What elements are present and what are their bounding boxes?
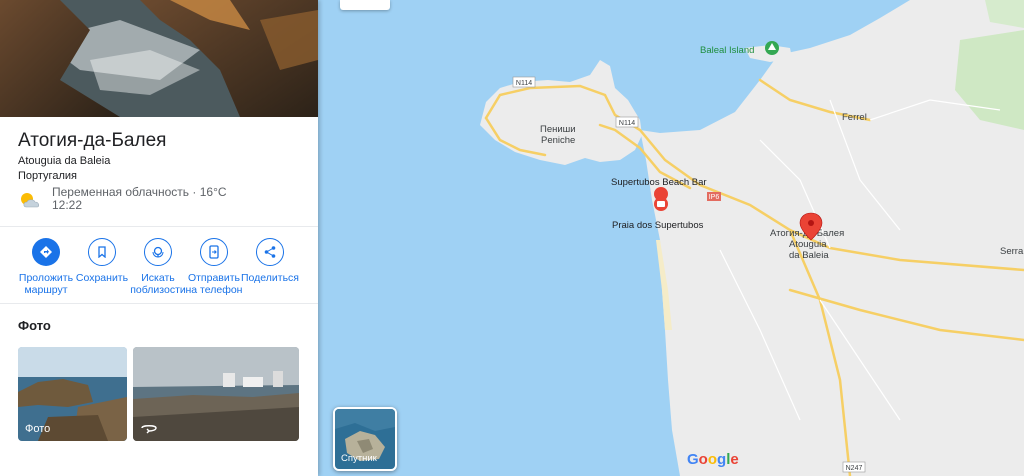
place-country: Португалия <box>18 170 77 182</box>
directions-label-2: маршрут <box>24 284 68 296</box>
satellite-label: Спутник <box>341 453 377 464</box>
photos-heading: Фото <box>18 318 51 333</box>
road-shield-n114-b: N114 <box>615 116 639 128</box>
share-icon <box>256 238 284 266</box>
hero-photo[interactable] <box>0 0 318 117</box>
park-icon[interactable] <box>765 41 779 55</box>
360-icon <box>141 425 157 434</box>
place-native-name: Atouguia da Baleia <box>18 155 111 167</box>
road-shield-ip6: IP6 <box>707 192 721 201</box>
send-label-2: на телефон <box>185 284 243 296</box>
weather-info: Переменная облачность · 16°C 12:22 <box>18 186 308 216</box>
photo-360-thumbnail[interactable] <box>133 347 299 441</box>
svg-text:N247: N247 <box>846 465 863 472</box>
svg-text:IP6: IP6 <box>709 194 720 201</box>
share-label: Поделиться <box>241 272 299 284</box>
map-label-ferrel[interactable]: Ferrel <box>842 112 867 123</box>
svg-text:N114: N114 <box>619 120 635 127</box>
google-logo: Google <box>687 451 739 468</box>
place-title: Атогия-да-Балея <box>18 130 167 151</box>
directions-icon <box>32 238 60 266</box>
satellite-toggle[interactable]: Спутник <box>333 407 397 471</box>
weather-time: 12:22 <box>52 198 83 212</box>
map-label-peniche[interactable]: Peniche <box>541 135 575 146</box>
partly-cloudy-icon <box>21 193 40 208</box>
divider <box>0 303 318 304</box>
road-shield-n247: N247 <box>842 461 866 473</box>
send-to-phone-icon <box>200 238 228 266</box>
place-panel: Атогия-да-Балея Atouguia da Baleia Порту… <box>0 0 318 476</box>
bookmark-icon <box>88 238 116 266</box>
photo-thumbnail[interactable]: Фото <box>18 347 127 441</box>
map-label-praia[interactable]: Praia dos Supertubos <box>612 220 704 231</box>
map-label-atouguia-2[interactable]: da Baleia <box>789 250 829 261</box>
map-label-supertubos-bar[interactable]: Supertubos Beach Bar <box>611 177 707 188</box>
share-button[interactable]: Поделиться <box>233 238 307 284</box>
map-label-peniche-ru[interactable]: Пениши <box>540 124 576 135</box>
nearby-icon <box>144 238 172 266</box>
hero-image <box>0 0 318 117</box>
map-label-baleal[interactable]: Baleal Island <box>700 45 754 56</box>
map-control-top[interactable] <box>340 0 390 10</box>
map-label-serra[interactable]: Serra <box>1000 246 1024 257</box>
road-shield-n114-a: N114 <box>512 76 536 88</box>
svg-text:N114: N114 <box>516 80 532 87</box>
map-label-atouguia-1[interactable]: Atouguia <box>789 239 827 250</box>
photo-label: Фото <box>25 423 51 435</box>
divider <box>0 226 318 227</box>
